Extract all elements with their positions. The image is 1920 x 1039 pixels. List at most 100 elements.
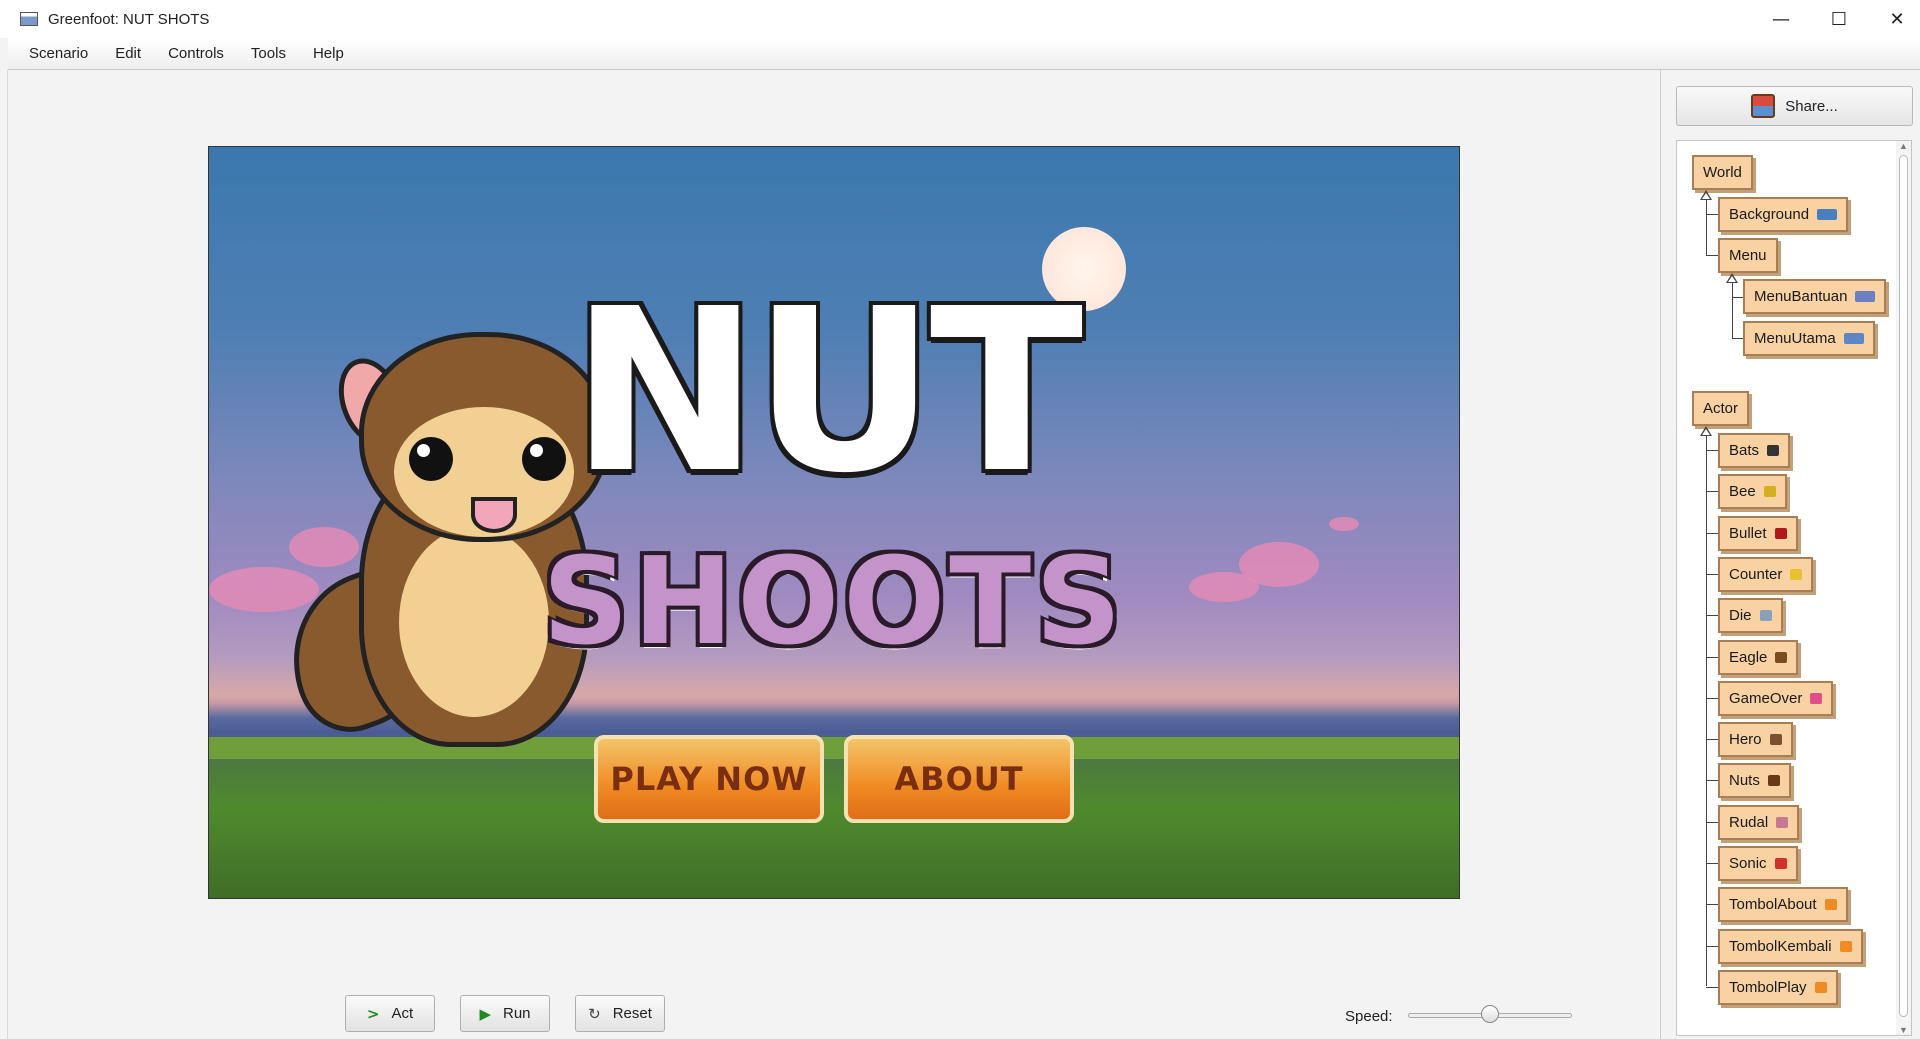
minimize-icon[interactable]: — — [1752, 0, 1810, 38]
class-rudal[interactable]: Rudal — [1718, 805, 1800, 840]
run-button[interactable]: ▶ Run — [460, 995, 550, 1032]
tree-line — [1706, 255, 1718, 256]
speed-slider-knob[interactable] — [1481, 1005, 1499, 1023]
scroll-down-icon[interactable]: ▼ — [1899, 1025, 1908, 1035]
class-nuts[interactable]: Nuts — [1718, 763, 1791, 798]
game-title-nut: NUT — [570, 261, 1084, 523]
scroll-up-icon[interactable]: ▲ — [1899, 141, 1908, 151]
tree-line — [1706, 450, 1718, 451]
class-label: TombolAbout — [1729, 896, 1817, 913]
class-label: Nuts — [1729, 772, 1760, 789]
game-title-shoots: SHOOTS — [542, 532, 1126, 672]
class-label: TombolPlay — [1729, 979, 1807, 996]
class-bats[interactable]: Bats — [1718, 433, 1791, 468]
class-hero[interactable]: Hero — [1718, 722, 1793, 757]
menu-bar: Scenario Edit Controls Tools Help — [8, 38, 1920, 70]
class-label: Sonic — [1729, 855, 1767, 872]
class-gameover[interactable]: GameOver — [1718, 681, 1834, 716]
left-edge — [7, 70, 8, 1039]
tree-line — [1706, 214, 1718, 215]
play-now-button[interactable]: PLAY NOW — [594, 735, 824, 823]
nut-icon — [1767, 775, 1780, 786]
menu-help[interactable]: Help — [299, 45, 357, 62]
menu-scenario[interactable]: Scenario — [8, 45, 101, 62]
class-world[interactable]: World — [1692, 155, 1753, 190]
menu-edit[interactable]: Edit — [101, 45, 154, 62]
class-menuutama[interactable]: MenuUtama — [1743, 321, 1875, 356]
title-bar: Greenfoot: NUT SHOTS — [0, 0, 1920, 38]
reset-button[interactable]: ↻ Reset — [575, 995, 665, 1032]
tree-line — [1706, 946, 1718, 947]
scrollbar-thumb[interactable] — [1899, 155, 1908, 1017]
greenfoot-app-icon — [20, 12, 38, 26]
inheritance-arrow — [1700, 426, 1712, 436]
tree-line — [1706, 822, 1718, 823]
class-label: Actor — [1703, 400, 1739, 417]
button-icon — [1814, 982, 1827, 993]
rudal-icon — [1776, 817, 1789, 828]
class-actor[interactable]: Actor — [1692, 391, 1750, 426]
class-eagle[interactable]: Eagle — [1718, 640, 1799, 675]
sonic-icon — [1774, 858, 1787, 869]
squirrel-eye — [522, 437, 566, 481]
bat-icon — [1767, 445, 1780, 456]
cloud — [209, 567, 319, 612]
sky-thumbnail-icon — [1817, 209, 1838, 220]
tree-line — [1732, 283, 1733, 338]
button-icon — [1839, 941, 1852, 952]
tree-line — [1706, 491, 1718, 492]
tree-line — [1706, 574, 1718, 575]
cloud — [1189, 572, 1259, 602]
reset-icon: ↻ — [588, 1004, 601, 1023]
cloud — [1329, 517, 1359, 531]
class-counter[interactable]: Counter — [1718, 557, 1814, 592]
class-label: TombolKembali — [1729, 938, 1832, 955]
menu-thumbnail-icon — [1843, 333, 1864, 344]
class-panel-scrollbar[interactable]: ▲ ▼ — [1896, 141, 1911, 1035]
world-view[interactable]: NUT SHOOTS PLAY NOW ABOUT — [208, 146, 1460, 899]
maximize-icon[interactable]: ☐ — [1810, 0, 1868, 38]
class-tombolplay[interactable]: TombolPlay — [1718, 970, 1838, 1005]
class-label: Bullet — [1729, 525, 1767, 542]
run-label: Run — [503, 1005, 531, 1022]
tree-line — [1706, 739, 1718, 740]
class-label: Die — [1729, 607, 1752, 624]
inheritance-arrow — [1726, 273, 1738, 283]
share-icon — [1751, 94, 1776, 118]
class-sonic[interactable]: Sonic — [1718, 846, 1798, 881]
share-button[interactable]: Share... — [1676, 86, 1913, 126]
act-label: Act — [391, 1005, 414, 1022]
speed-label: Speed: — [1345, 1008, 1393, 1025]
about-button[interactable]: ABOUT — [844, 735, 1074, 823]
act-button[interactable]: > Act — [345, 995, 435, 1032]
bee-icon — [1763, 486, 1776, 497]
tree-line — [1706, 657, 1718, 658]
panel-divider — [1660, 70, 1661, 1039]
squirrel-mouth — [471, 497, 517, 533]
class-menubantuan[interactable]: MenuBantuan — [1743, 279, 1887, 314]
class-background[interactable]: Background — [1718, 197, 1849, 232]
hero-icon — [1769, 734, 1782, 745]
squirrel-eye — [409, 437, 453, 481]
menu-controls[interactable]: Controls — [154, 45, 237, 62]
close-icon[interactable]: ✕ — [1868, 0, 1920, 38]
grass-edge — [209, 737, 1459, 759]
tree-line — [1706, 698, 1718, 699]
class-bee[interactable]: Bee — [1718, 474, 1787, 509]
class-die[interactable]: Die — [1718, 598, 1783, 633]
share-button-label: Share... — [1785, 97, 1838, 115]
class-bullet[interactable]: Bullet — [1718, 516, 1798, 551]
class-label: GameOver — [1729, 690, 1803, 707]
class-label: Menu — [1729, 247, 1767, 264]
tree-line — [1706, 863, 1718, 864]
class-menu[interactable]: Menu — [1718, 238, 1778, 273]
class-tombolabout[interactable]: TombolAbout — [1718, 887, 1848, 922]
class-label: MenuBantuan — [1754, 288, 1848, 305]
speed-slider[interactable] — [1408, 1005, 1572, 1023]
menu-tools[interactable]: Tools — [237, 45, 299, 62]
class-tombolkembali[interactable]: TombolKembali — [1718, 929, 1863, 964]
class-label: World — [1703, 164, 1742, 181]
class-label: Bee — [1729, 483, 1756, 500]
class-label: Rudal — [1729, 814, 1769, 831]
reset-label: Reset — [612, 1005, 652, 1022]
